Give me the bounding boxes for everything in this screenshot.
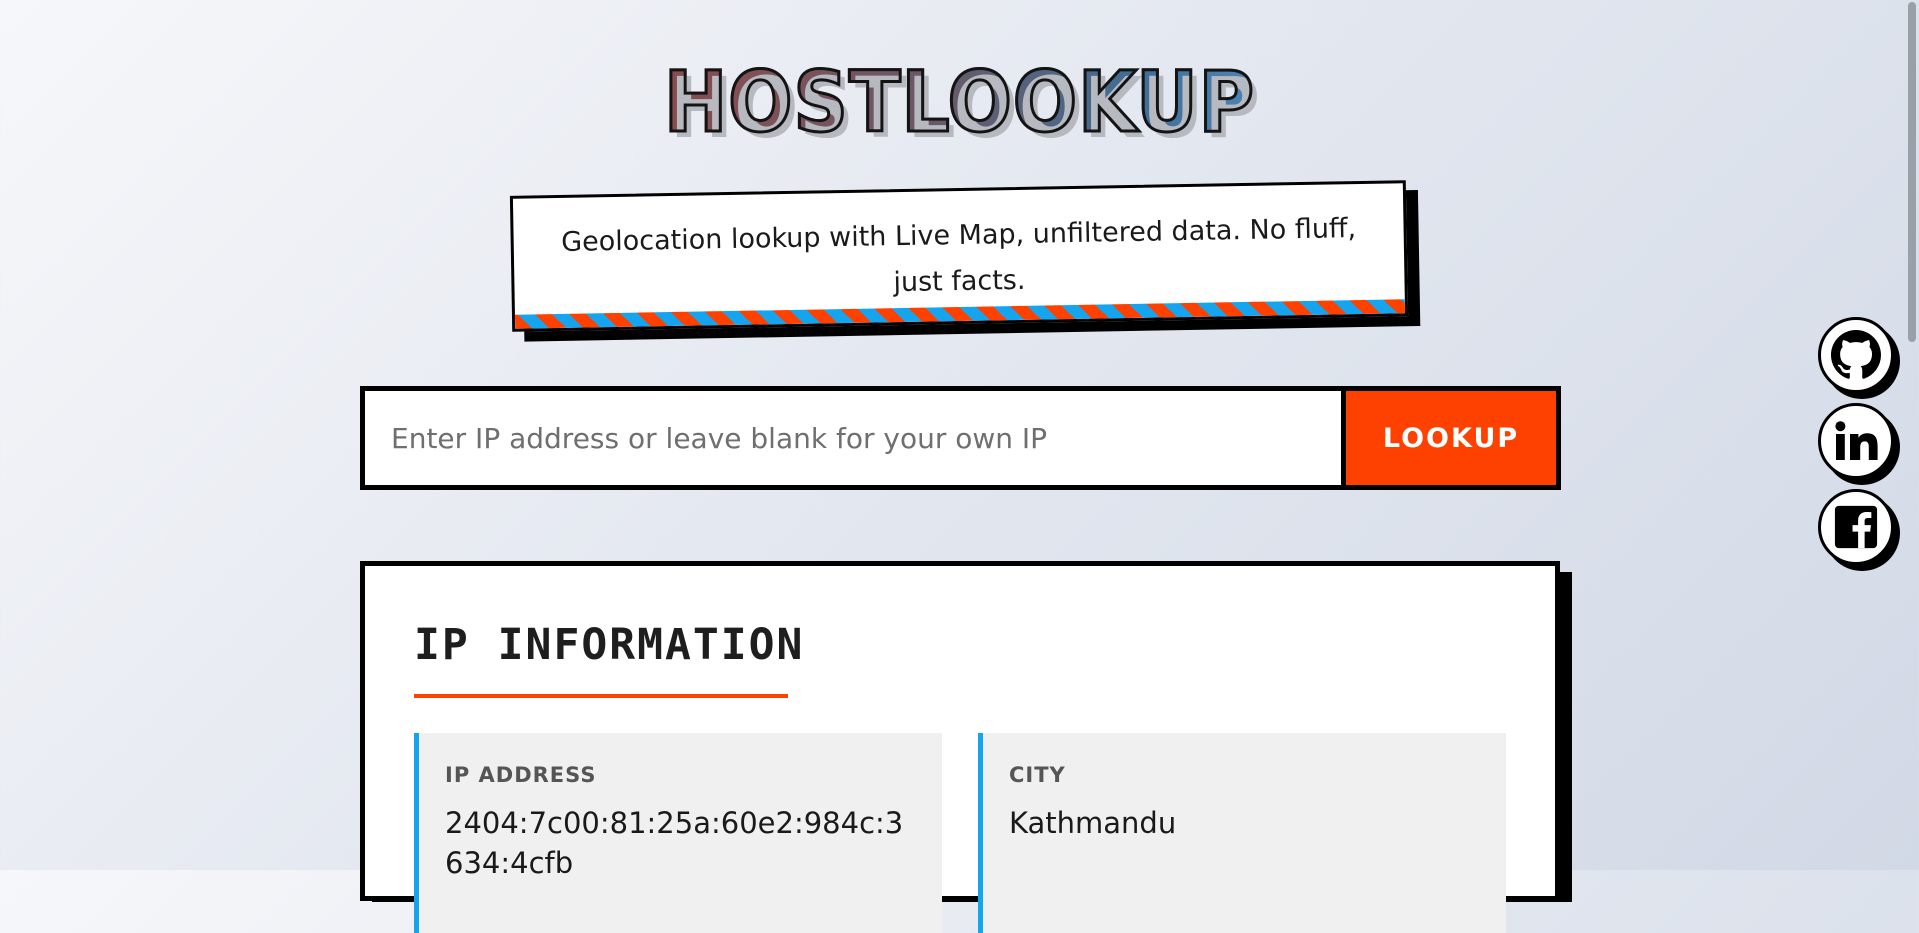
city-field: CITY Kathmandu bbox=[978, 733, 1506, 933]
tagline-text: Geolocation lookup with Live Map, unfilt… bbox=[560, 213, 1357, 299]
city-value: Kathmandu bbox=[1009, 806, 1177, 840]
app-title: HOSTLOOKUP bbox=[663, 53, 1256, 151]
linkedin-link[interactable] bbox=[1818, 403, 1900, 485]
ip-address-value: 2404:7c00:81:25a:60e2:984c:3634:4cfb bbox=[445, 806, 904, 880]
github-link[interactable] bbox=[1818, 317, 1900, 399]
ip-info-card: IP INFORMATION IP ADDRESS 2404:7c00:81:2… bbox=[360, 561, 1560, 933]
linkedin-icon bbox=[1835, 421, 1878, 460]
scrollbar-thumb[interactable] bbox=[1908, 2, 1916, 342]
ip-search-input[interactable] bbox=[360, 386, 1341, 490]
page-scrollbar[interactable] bbox=[1904, 0, 1919, 870]
facebook-icon bbox=[1834, 505, 1878, 549]
facebook-link[interactable] bbox=[1818, 489, 1900, 571]
ip-address-label: IP ADDRESS bbox=[445, 763, 597, 787]
ip-address-field: IP ADDRESS 2404:7c00:81:25a:60e2:984c:36… bbox=[414, 733, 942, 933]
facebook-button[interactable] bbox=[1818, 489, 1894, 565]
tagline-box: Geolocation lookup with Live Map, unfilt… bbox=[509, 180, 1409, 332]
search-form: LOOKUP bbox=[360, 386, 1561, 490]
brand-header: HOSTLOOKUP bbox=[0, 53, 1919, 151]
lookup-button[interactable]: LOOKUP bbox=[1341, 386, 1561, 490]
city-label: CITY bbox=[1009, 763, 1066, 787]
tagline-card: Geolocation lookup with Live Map, unfilt… bbox=[509, 180, 1421, 342]
ip-info-title: IP INFORMATION bbox=[414, 620, 805, 670]
github-button[interactable] bbox=[1818, 317, 1894, 393]
ip-info-title-underline bbox=[414, 694, 788, 698]
linkedin-button[interactable] bbox=[1818, 403, 1894, 479]
github-icon bbox=[1831, 330, 1881, 379]
